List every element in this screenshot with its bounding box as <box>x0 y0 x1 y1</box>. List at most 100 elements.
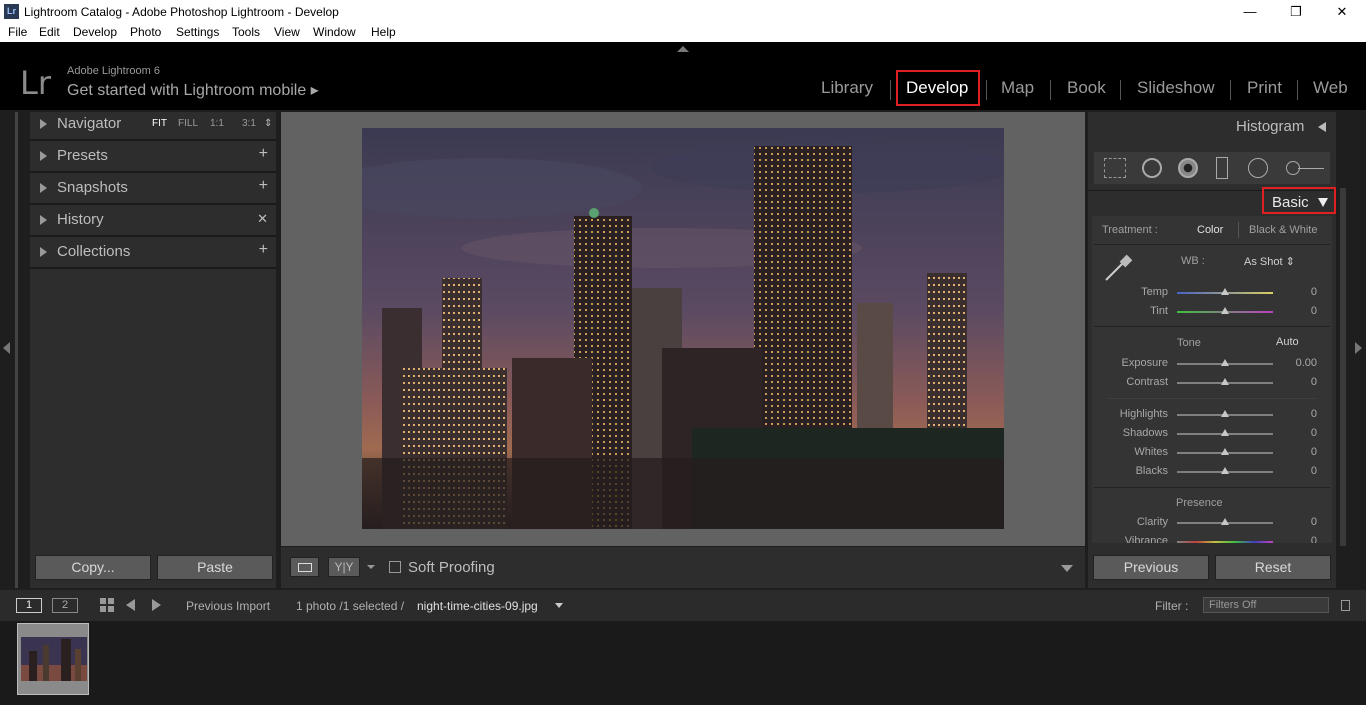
wb-label: WB : <box>1181 255 1205 267</box>
treatment-bw[interactable]: Black & White <box>1249 224 1317 236</box>
highlights-value[interactable]: 0 <box>1277 408 1317 420</box>
temp-value[interactable]: 0 <box>1277 286 1317 298</box>
before-after-dropdown-icon[interactable] <box>367 565 375 569</box>
nav-1-1[interactable]: 1:1 <box>210 118 224 129</box>
source-label[interactable]: Previous Import <box>186 599 270 613</box>
contrast-slider-knob[interactable] <box>1221 378 1229 385</box>
wb-select[interactable]: As Shot ⇕ <box>1244 255 1295 268</box>
whites-value[interactable]: 0 <box>1277 446 1317 458</box>
filmstrip <box>0 621 1366 705</box>
module-library[interactable]: Library <box>821 78 873 98</box>
paste-button[interactable]: Paste <box>157 555 273 580</box>
city-night-photo <box>362 128 1004 529</box>
top-panel-toggle-icon[interactable] <box>677 46 689 52</box>
right-panel-toggle-icon[interactable] <box>1355 342 1362 354</box>
toolbar-options-icon[interactable] <box>1061 565 1073 572</box>
filmstrip-thumbnail[interactable] <box>17 623 89 695</box>
blacks-value[interactable]: 0 <box>1277 465 1317 477</box>
nav-fit[interactable]: FIT <box>152 118 167 129</box>
clarity-value[interactable]: 0 <box>1277 516 1317 528</box>
expand-triangle-icon <box>40 151 47 161</box>
reset-button[interactable]: Reset <box>1215 555 1331 580</box>
contrast-value[interactable]: 0 <box>1277 376 1317 388</box>
primary-window-button[interactable]: 1 <box>16 598 42 613</box>
collections-header[interactable]: Collections + <box>30 237 276 269</box>
divider <box>1094 244 1330 245</box>
menu-tools[interactable]: Tools <box>232 25 260 39</box>
filename-label[interactable]: night-time-cities-09.jpg <box>417 599 538 613</box>
clarity-slider-knob[interactable] <box>1221 518 1229 525</box>
next-photo-icon[interactable] <box>152 599 161 611</box>
histogram-collapse-icon[interactable] <box>1318 122 1326 132</box>
loupe-view-icon[interactable] <box>290 557 319 577</box>
blacks-slider-knob[interactable] <box>1221 467 1229 474</box>
temp-slider-knob[interactable] <box>1221 288 1229 295</box>
menu-view[interactable]: View <box>274 25 300 39</box>
treatment-color[interactable]: Color <box>1197 224 1223 236</box>
clear-history-icon[interactable]: ✕ <box>257 211 268 227</box>
previous-photo-icon[interactable] <box>126 599 135 611</box>
menu-develop[interactable]: Develop <box>73 25 117 39</box>
exposure-value[interactable]: 0.00 <box>1277 357 1317 369</box>
shadows-slider-knob[interactable] <box>1221 429 1229 436</box>
add-snapshot-icon[interactable]: + <box>259 177 268 195</box>
history-header[interactable]: History ✕ <box>30 205 276 237</box>
copy-button[interactable]: Copy... <box>35 555 151 580</box>
menu-window[interactable]: Window <box>313 25 356 39</box>
wb-spinner-icon: ⇕ <box>1285 256 1295 268</box>
photo-preview[interactable] <box>362 128 1004 529</box>
collections-label: Collections <box>57 243 131 260</box>
grid-view-icon[interactable] <box>100 598 115 613</box>
previous-button[interactable]: Previous <box>1093 555 1209 580</box>
before-after-button[interactable]: Y|Y <box>328 557 360 577</box>
module-slideshow[interactable]: Slideshow <box>1137 78 1215 98</box>
module-print[interactable]: Print <box>1247 78 1282 98</box>
histogram-label[interactable]: Histogram <box>1236 118 1304 135</box>
module-map[interactable]: Map <box>1001 78 1034 98</box>
navigator-header[interactable]: Navigator FIT FILL 1:1 3:1 ⇕ <box>30 109 276 141</box>
scrollbar-thumb[interactable] <box>1340 188 1346 546</box>
highlights-slider-knob[interactable] <box>1221 410 1229 417</box>
expand-triangle-icon <box>40 247 47 257</box>
menu-settings[interactable]: Settings <box>176 25 219 39</box>
filter-lock-icon[interactable] <box>1341 600 1350 611</box>
add-preset-icon[interactable]: + <box>259 145 268 163</box>
nav-3-1[interactable]: 3:1 <box>242 118 256 129</box>
zoom-spinner-icon[interactable]: ⇕ <box>264 118 272 129</box>
crop-tool-icon[interactable] <box>1104 158 1126 178</box>
restore-icon[interactable]: ❐ <box>1273 0 1319 23</box>
lightroom-mobile-link[interactable]: Get started with Lightroom mobile ▸ <box>67 80 319 100</box>
nav-fill[interactable]: FILL <box>178 118 198 129</box>
spot-removal-icon[interactable] <box>1142 158 1162 178</box>
whites-slider-knob[interactable] <box>1221 448 1229 455</box>
add-collection-icon[interactable]: + <box>259 241 268 259</box>
module-web[interactable]: Web <box>1313 78 1348 98</box>
left-panel-scroll[interactable] <box>15 112 18 588</box>
radial-filter-icon[interactable] <box>1248 158 1268 178</box>
expand-triangle-icon <box>40 119 47 129</box>
minimize-icon[interactable]: — <box>1227 0 1273 23</box>
menu-help[interactable]: Help <box>371 25 396 39</box>
left-panel-toggle-icon[interactable] <box>3 342 10 354</box>
graduated-filter-icon[interactable] <box>1216 157 1228 179</box>
develop-highlight-box <box>896 70 980 106</box>
tint-value[interactable]: 0 <box>1277 305 1317 317</box>
menu-file[interactable]: File <box>8 25 27 39</box>
red-eye-icon[interactable] <box>1178 158 1198 178</box>
filename-dropdown-icon[interactable] <box>555 603 563 608</box>
auto-tone-button[interactable]: Auto <box>1276 336 1299 348</box>
exposure-slider-knob[interactable] <box>1221 359 1229 366</box>
wb-eyedropper-icon[interactable] <box>1100 252 1134 286</box>
snapshots-header[interactable]: Snapshots + <box>30 173 276 205</box>
tint-slider-knob[interactable] <box>1221 307 1229 314</box>
menu-edit[interactable]: Edit <box>39 25 60 39</box>
shadows-value[interactable]: 0 <box>1277 427 1317 439</box>
filter-select[interactable]: Filters Off <box>1203 597 1329 613</box>
close-icon[interactable]: ✕ <box>1319 0 1365 23</box>
module-book[interactable]: Book <box>1067 78 1106 98</box>
menu-photo[interactable]: Photo <box>130 25 161 39</box>
secondary-window-button[interactable]: 2 <box>52 598 78 613</box>
presets-header[interactable]: Presets + <box>30 141 276 173</box>
right-panel-scrollbar[interactable] <box>1338 186 1348 548</box>
soft-proofing-checkbox[interactable] <box>389 561 401 573</box>
